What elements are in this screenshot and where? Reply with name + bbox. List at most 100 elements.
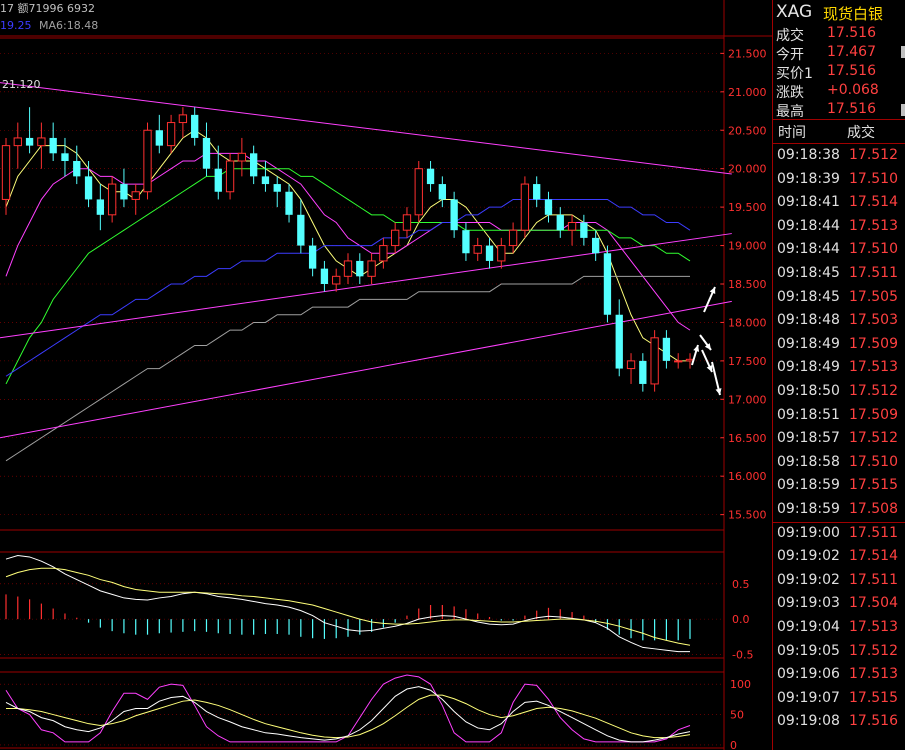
tick-price: 17.512 <box>849 383 898 399</box>
candle-body <box>462 230 470 254</box>
tick-row: 09:18:57 17.512 <box>773 430 905 454</box>
tick-price: 17.513 <box>849 619 898 635</box>
tick-row: 09:19:06 17.513 <box>773 666 905 690</box>
y-tick-label: 16.000 <box>728 470 767 483</box>
y-tick-label: 0.0 <box>732 613 750 626</box>
tick-row: 09:19:02 17.514 <box>773 548 905 572</box>
candle-body <box>191 114 199 138</box>
y-tick-label: 18.000 <box>728 316 767 329</box>
tick-time: 09:18:51 <box>777 406 840 423</box>
candle-body <box>603 253 612 315</box>
quote-label: 今开 <box>776 47 804 63</box>
kdj-k-line <box>5 686 691 743</box>
tick-price: 17.511 <box>849 571 898 588</box>
candle-body <box>438 184 447 200</box>
candle-body <box>214 168 222 192</box>
tick-row: 09:19:02 17.511 <box>773 572 905 596</box>
candle-body <box>84 176 93 200</box>
kdj-d-line <box>6 694 691 739</box>
y-tick-label: 15.500 <box>728 509 767 522</box>
ma120-line <box>5 275 690 462</box>
ma10-line <box>5 152 691 331</box>
instrument-name: 现货白银 <box>823 5 884 23</box>
candle-body <box>131 191 140 200</box>
candle-body <box>485 245 494 261</box>
candle-body <box>391 229 400 247</box>
panel-divider <box>773 521 905 523</box>
candle-body <box>1 145 11 200</box>
trendline <box>0 82 732 175</box>
tick-time: 09:18:50 <box>777 383 840 399</box>
panel-divider <box>773 119 905 120</box>
tick-price: 17.515 <box>849 477 898 494</box>
tick-time: 09:18:58 <box>777 453 840 470</box>
candle-body <box>426 168 435 185</box>
tick-row: 09:19:00 17.511 <box>773 521 905 549</box>
candle-body <box>297 214 305 246</box>
tick-row: 09:18:41 17.514 <box>773 194 905 218</box>
candle-body <box>261 176 270 185</box>
tick-price: 17.510 <box>849 170 898 187</box>
tick-row: 09:18:44 17.510 <box>773 241 905 265</box>
quote-row-high: 最高 17.516 <box>773 101 905 120</box>
tick-price: 17.511 <box>849 265 898 281</box>
tick-row: 09:18:49 17.509 <box>773 336 905 360</box>
candle-body <box>450 199 458 231</box>
tick-time: 09:19:02 <box>777 571 840 588</box>
tick-price: 17.509 <box>849 335 898 352</box>
y-tick-label: 20.000 <box>728 163 767 176</box>
candle-body <box>37 137 46 147</box>
tick-price: 17.513 <box>849 359 898 376</box>
candle-body <box>402 214 412 231</box>
tick-price: 17.508 <box>849 501 898 517</box>
tick-time: 09:19:06 <box>777 666 840 683</box>
tick-time: 09:19:07 <box>777 689 840 706</box>
candle-body <box>508 229 518 247</box>
candle-body <box>367 260 376 277</box>
tick-time: 09:18:44 <box>777 217 840 234</box>
quote-value: 17.516 <box>827 101 876 117</box>
chart-svg[interactable]: 21.500 21.000 20.500 20.000 19.500 19.000 18.5… <box>0 0 772 750</box>
tick-price: 17.512 <box>849 430 898 447</box>
clipped-column-mark <box>901 46 905 58</box>
quote-header: XAG 现货白银 <box>773 0 905 24</box>
candle-body <box>166 122 176 147</box>
y-tick-label: 21.500 <box>728 47 767 60</box>
ticks-header: 时间 成交 <box>773 121 905 141</box>
candle-body <box>96 199 105 215</box>
tick-price: 17.516 <box>849 713 898 730</box>
candle-body <box>332 275 341 285</box>
candle-body <box>356 260 364 277</box>
y-tick-label: 100 <box>730 678 751 691</box>
y-tick-label: 50 <box>730 709 744 722</box>
quote-row-last: 成交 17.516 <box>773 25 905 44</box>
tick-price: 17.512 <box>849 147 898 163</box>
tick-time: 09:18:38 <box>777 147 840 163</box>
tick-row: 09:18:50 17.512 <box>773 383 905 407</box>
candle-body <box>320 268 329 284</box>
candle-body <box>237 152 247 162</box>
y-tick-label: 20.500 <box>728 124 767 137</box>
quote-panel: XAG 现货白银 成交 17.516 今开 17.467 买价1 17.516 … <box>772 0 905 750</box>
tick-row: 09:19:03 17.504 <box>773 595 905 619</box>
macd-dif-line <box>5 555 690 653</box>
tick-price: 17.514 <box>849 548 898 565</box>
chart-area[interactable]: 21.500 21.000 20.500 20.000 19.500 19.000 18.5… <box>0 0 772 750</box>
header-info-text: 17 额71996 6932 <box>0 2 95 15</box>
ma-left-value: 19.25 <box>0 19 32 32</box>
tick-price: 17.513 <box>849 217 898 234</box>
candle-body <box>61 153 69 161</box>
tick-time: 09:18:44 <box>777 241 840 258</box>
clipped-column-mark <box>901 104 905 116</box>
panel-divider <box>773 143 905 144</box>
candle-body <box>143 129 152 193</box>
candle-body <box>662 337 671 361</box>
y-tick-label: 0.5 <box>732 578 750 591</box>
y-tick-label: 19.500 <box>728 201 767 214</box>
tick-row: 09:18:51 17.509 <box>773 407 905 431</box>
tick-row: 09:19:08 17.516 <box>773 713 905 737</box>
candle-body <box>615 314 623 369</box>
quote-label: 最高 <box>776 104 804 120</box>
candle-body <box>178 114 188 124</box>
candle-body <box>249 153 258 177</box>
